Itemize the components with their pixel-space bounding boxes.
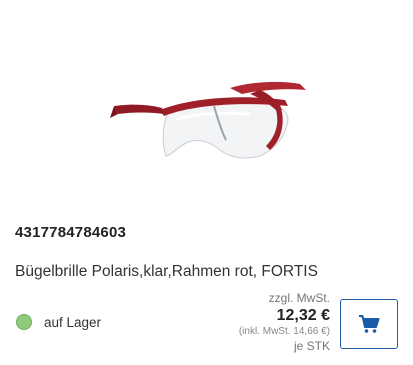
product-card: 4317784784603 Bügelbrille Polaris,klar,R… [0, 0, 413, 365]
stock-label: auf Lager [44, 314, 102, 330]
stock-status: auf Lager [16, 314, 101, 330]
tax-note: zzgl. MwSt. [268, 291, 330, 305]
product-sku: 4317784784603 [15, 224, 127, 241]
price-incl-tax: (inkl. MwSt. 14,66 €) [238, 326, 330, 337]
add-to-cart-button[interactable] [340, 299, 398, 349]
product-title[interactable]: Bügelbrille Polaris,klar,Rahmen rot, FOR… [15, 263, 318, 281]
stock-indicator-icon [16, 314, 32, 330]
price-value: 12,32 € [276, 307, 330, 324]
price-unit: je STK [293, 339, 330, 353]
product-image[interactable] [110, 60, 310, 180]
price-block: zzgl. MwSt. 12,32 € (inkl. MwSt. 14,66 €… [239, 292, 330, 352]
shopping-cart-icon [359, 315, 380, 333]
